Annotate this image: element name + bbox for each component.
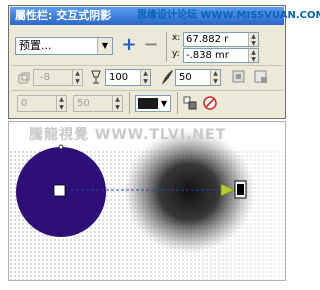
y-field[interactable]: -.838 mr ▲ ▼ [183,48,259,63]
fade-spinner[interactable]: ▲ ▼ [112,96,122,111]
fade-field[interactable]: 50 ▲ ▼ [73,95,123,112]
opacity-icon [89,69,103,85]
drawing-canvas[interactable]: 騰龍視覺 WWW.TLVI.NET [8,121,286,281]
feather-spinner[interactable]: ▲ ▼ [210,70,220,85]
separator [166,32,167,62]
top-watermark: 思缘设计论坛 WWW.MISSVUAN.COM [137,10,320,21]
opacity-field[interactable]: 100 ▲ ▼ [105,69,151,86]
canvas-watermark: 騰龍視覺 WWW.TLVI.NET [29,127,227,143]
preset-dropdown[interactable]: 预置... ▼ [15,37,113,55]
clear-shadow-icon[interactable] [202,95,218,111]
shadow-end-handle-fill [237,184,244,195]
stretch-field[interactable]: 0 ▲ ▼ [17,95,67,112]
shadow-color-picker[interactable]: ▼ [135,95,171,112]
feather-edges-icon[interactable] [253,69,269,85]
stretch-value: 0 [21,98,28,109]
y-value: -.838 mr [186,50,229,61]
remove-preset-button[interactable]: − [143,36,159,54]
shadow-color-swatch [138,98,158,109]
shadow-angle-spinner[interactable]: ▲ ▼ [72,70,82,85]
circle-node[interactable] [58,144,64,150]
feather-field[interactable]: 50 ▲ ▼ [175,69,221,86]
row-divider [11,65,283,66]
opacity-value: 100 [109,72,129,83]
separator [129,92,130,114]
preset-value: 预置... [19,39,52,52]
separator [177,92,178,114]
stretch-spinner[interactable]: ▲ ▼ [56,96,66,111]
chevron-down-icon[interactable]: ▼ [97,38,112,54]
x-field[interactable]: 67.882 r ▲ ▼ [183,32,259,47]
shadow-angle-field[interactable]: -8 ▲ ▼ [33,69,83,86]
x-value: 67.882 r [186,34,229,45]
row-divider [11,90,283,91]
copy-shadow-icon[interactable] [182,95,198,111]
feather-value: 50 [179,72,192,83]
x-label: x: [172,33,181,43]
y-spinner[interactable]: ▲ ▼ [248,49,258,62]
y-label: y: [172,49,180,59]
shadow-angle-value: -8 [40,72,50,83]
x-spinner[interactable]: ▲ ▼ [248,33,258,46]
add-preset-button[interactable]: + [121,36,137,54]
chevron-down-icon[interactable]: ▼ [161,99,167,108]
property-bar: 屬性栏: 交互式阴影 思缘设计论坛 WWW.MISSVUAN.COM 预置...… [8,5,320,119]
feather-icon [160,69,174,85]
opacity-spinner[interactable]: ▲ ▼ [140,70,150,85]
shadow-start-handle[interactable] [53,184,66,197]
fade-value: 50 [77,98,90,109]
feather-direction-icon[interactable] [231,69,247,85]
canvas-drawing [9,130,285,280]
shadow-angle-icon [17,70,31,84]
